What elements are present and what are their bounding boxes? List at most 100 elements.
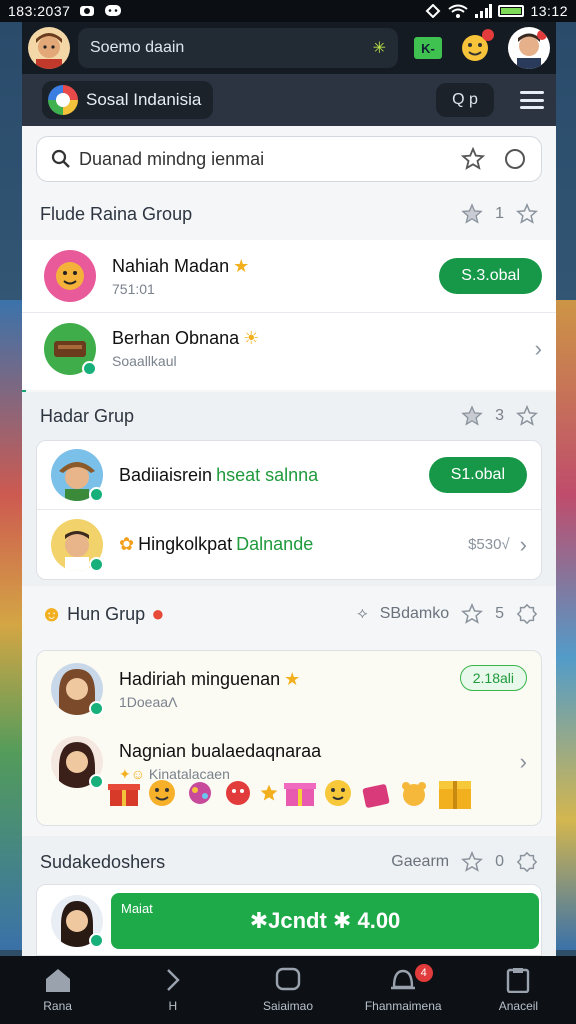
avatar bbox=[44, 250, 96, 302]
emoji-icon: ● bbox=[151, 601, 165, 626]
search-button[interactable]: Q p bbox=[436, 83, 494, 117]
badge-icon[interactable] bbox=[516, 851, 538, 873]
heart-face-icon[interactable] bbox=[221, 778, 255, 808]
sun-icon: ☀ bbox=[243, 328, 260, 348]
user-avatar[interactable] bbox=[508, 27, 550, 69]
star-icon[interactable] bbox=[461, 203, 483, 225]
contact-name: Berhan Obnana bbox=[112, 328, 240, 348]
profile-avatar[interactable] bbox=[28, 27, 70, 69]
menu-icon[interactable] bbox=[520, 91, 544, 109]
nav-item-chat[interactable]: Saiaimao bbox=[230, 956, 345, 1024]
contact-name: Nahiah Madan bbox=[112, 255, 230, 276]
section-title: Sudakedoshers bbox=[40, 851, 166, 872]
nfc-icon bbox=[426, 4, 441, 18]
chevron-right-icon[interactable]: › bbox=[535, 336, 542, 362]
gift-box-icon[interactable] bbox=[283, 778, 317, 808]
status-bar: 183:2037 13:12 bbox=[0, 0, 576, 22]
app-name: Sosal Indanisia bbox=[86, 90, 202, 109]
nav-item-forward[interactable]: H bbox=[115, 956, 230, 1024]
contact-name: Badiiaisrein bbox=[119, 464, 213, 485]
list-item[interactable]: Berhan Obnana ☀ Soaallkaul › bbox=[22, 312, 556, 384]
star-icon[interactable] bbox=[461, 603, 484, 625]
list-item[interactable]: Nahiah Madan ★ 751:01 S.3.obal bbox=[22, 240, 556, 312]
online-indicator bbox=[82, 360, 97, 376]
profile-name-pill[interactable]: Soemo daain ✳ bbox=[78, 28, 398, 68]
home-icon bbox=[45, 969, 70, 992]
points-badge[interactable]: 2.18ali bbox=[459, 665, 527, 691]
price-text: $530√ bbox=[468, 536, 510, 553]
treasure-box-icon[interactable] bbox=[435, 775, 475, 811]
avatar bbox=[51, 663, 104, 716]
gift-icon[interactable] bbox=[107, 778, 141, 808]
chevron-right-icon bbox=[166, 969, 180, 991]
signal-icon bbox=[475, 4, 493, 18]
contact-subtitle: 1DoeaaΛ bbox=[119, 693, 178, 710]
contact-name: Nagnian bualaedaqnaraa bbox=[119, 741, 322, 761]
group-card: Badiiaisrein hseat salnna S1.obal ✿ Hingko… bbox=[36, 440, 542, 580]
circle-icon[interactable] bbox=[503, 147, 527, 171]
nav-label: Fhanmaimena bbox=[364, 999, 442, 1013]
section-header: Flude Raina Group 1 bbox=[22, 192, 556, 236]
star-icon: ★ bbox=[233, 255, 250, 276]
action-button[interactable]: K- bbox=[414, 37, 442, 59]
section-title: Flude Raina Group bbox=[40, 203, 193, 224]
buy-button[interactable]: Maiat ✱Jcndt ✱ 4.00 bbox=[111, 893, 539, 949]
nav-label: Rana bbox=[43, 999, 72, 1013]
group-list-panel: Duanad mindng ienmai Flude Raina Group 1… bbox=[22, 126, 556, 956]
section-count: 3 bbox=[495, 407, 504, 424]
badge-icon[interactable] bbox=[516, 603, 538, 625]
section-count: 1 bbox=[495, 205, 504, 222]
profile-name: Soemo daain bbox=[90, 39, 185, 56]
wifi-icon bbox=[448, 4, 469, 18]
status-time-right: 13:12 bbox=[530, 3, 568, 19]
message-icon bbox=[105, 5, 122, 16]
star-icon[interactable] bbox=[259, 778, 279, 808]
battery-icon bbox=[498, 5, 525, 17]
star-outline-icon[interactable] bbox=[516, 203, 538, 225]
contact-name: Hadiriah minguenan bbox=[119, 668, 281, 689]
contact-name: Hingkolkpat bbox=[138, 534, 233, 554]
list-item[interactable]: Hadiriah minguenan ★ 1DoeaaΛ 2.18ali bbox=[37, 655, 541, 723]
section-header: ☻ Hun Grup ● ⟡ SBdamko 5 bbox=[22, 592, 556, 636]
join-button[interactable]: S1.obal bbox=[428, 457, 527, 493]
star-icon[interactable] bbox=[461, 851, 484, 873]
pink-gift-icon[interactable] bbox=[359, 778, 393, 808]
contact-subtitle: Soaallkaul bbox=[112, 353, 177, 369]
group-card: Nahiah Madan ★ 751:01 S.3.obal Berhan Obn… bbox=[22, 240, 556, 390]
buy-button-label: ✱Jcndt ✱ 4.00 bbox=[249, 908, 401, 933]
app-logo-icon bbox=[48, 85, 78, 115]
nav-label: H bbox=[168, 999, 178, 1013]
search-field[interactable]: Duanad mindng ienmai bbox=[36, 136, 542, 182]
star-icon[interactable] bbox=[461, 147, 485, 171]
app-bar: Sosal Indanisia Q p bbox=[22, 74, 556, 126]
online-indicator bbox=[89, 701, 104, 716]
chevron-right-icon[interactable]: › bbox=[520, 749, 527, 775]
list-item[interactable]: Badiiaisrein hseat salnna S1.obal bbox=[37, 441, 541, 509]
star-icon[interactable] bbox=[461, 405, 483, 427]
bell-icon bbox=[391, 969, 416, 990]
notification-dot bbox=[482, 29, 494, 41]
smiley-icon[interactable] bbox=[145, 778, 179, 808]
section-label: Gaearm bbox=[391, 853, 450, 870]
candy-icon[interactable] bbox=[183, 778, 217, 808]
star-outline-icon[interactable] bbox=[516, 405, 538, 427]
bear-icon[interactable] bbox=[397, 778, 431, 808]
emoji-face-icon[interactable] bbox=[321, 778, 355, 808]
nav-item-notifications[interactable]: 4 Fhanmaimena bbox=[346, 956, 461, 1024]
online-indicator bbox=[89, 556, 104, 572]
online-indicator bbox=[89, 933, 104, 948]
nav-item-home[interactable]: Rana bbox=[0, 956, 115, 1024]
section-label: SBdamko bbox=[379, 605, 450, 622]
avatar bbox=[51, 449, 104, 502]
nav-item-account[interactable]: Anaceil bbox=[461, 956, 576, 1024]
bottom-navigation: Rana H Saiaimao 4 Fhanmaimena Anaceil bbox=[0, 956, 576, 1024]
avatar bbox=[51, 736, 104, 789]
camera-icon bbox=[80, 6, 95, 16]
search-placeholder: Duanad mindng ienmai bbox=[79, 148, 265, 169]
emoji-notification-icon[interactable] bbox=[460, 29, 494, 63]
join-button[interactable]: S.3.obal bbox=[439, 258, 542, 294]
app-switcher[interactable]: Sosal Indanisia bbox=[42, 81, 214, 119]
list-item[interactable]: ✿ Hingkolkpat Dalnande $530√ › bbox=[37, 509, 541, 579]
chevron-right-icon[interactable]: › bbox=[520, 532, 527, 558]
sticker-row bbox=[107, 775, 475, 811]
